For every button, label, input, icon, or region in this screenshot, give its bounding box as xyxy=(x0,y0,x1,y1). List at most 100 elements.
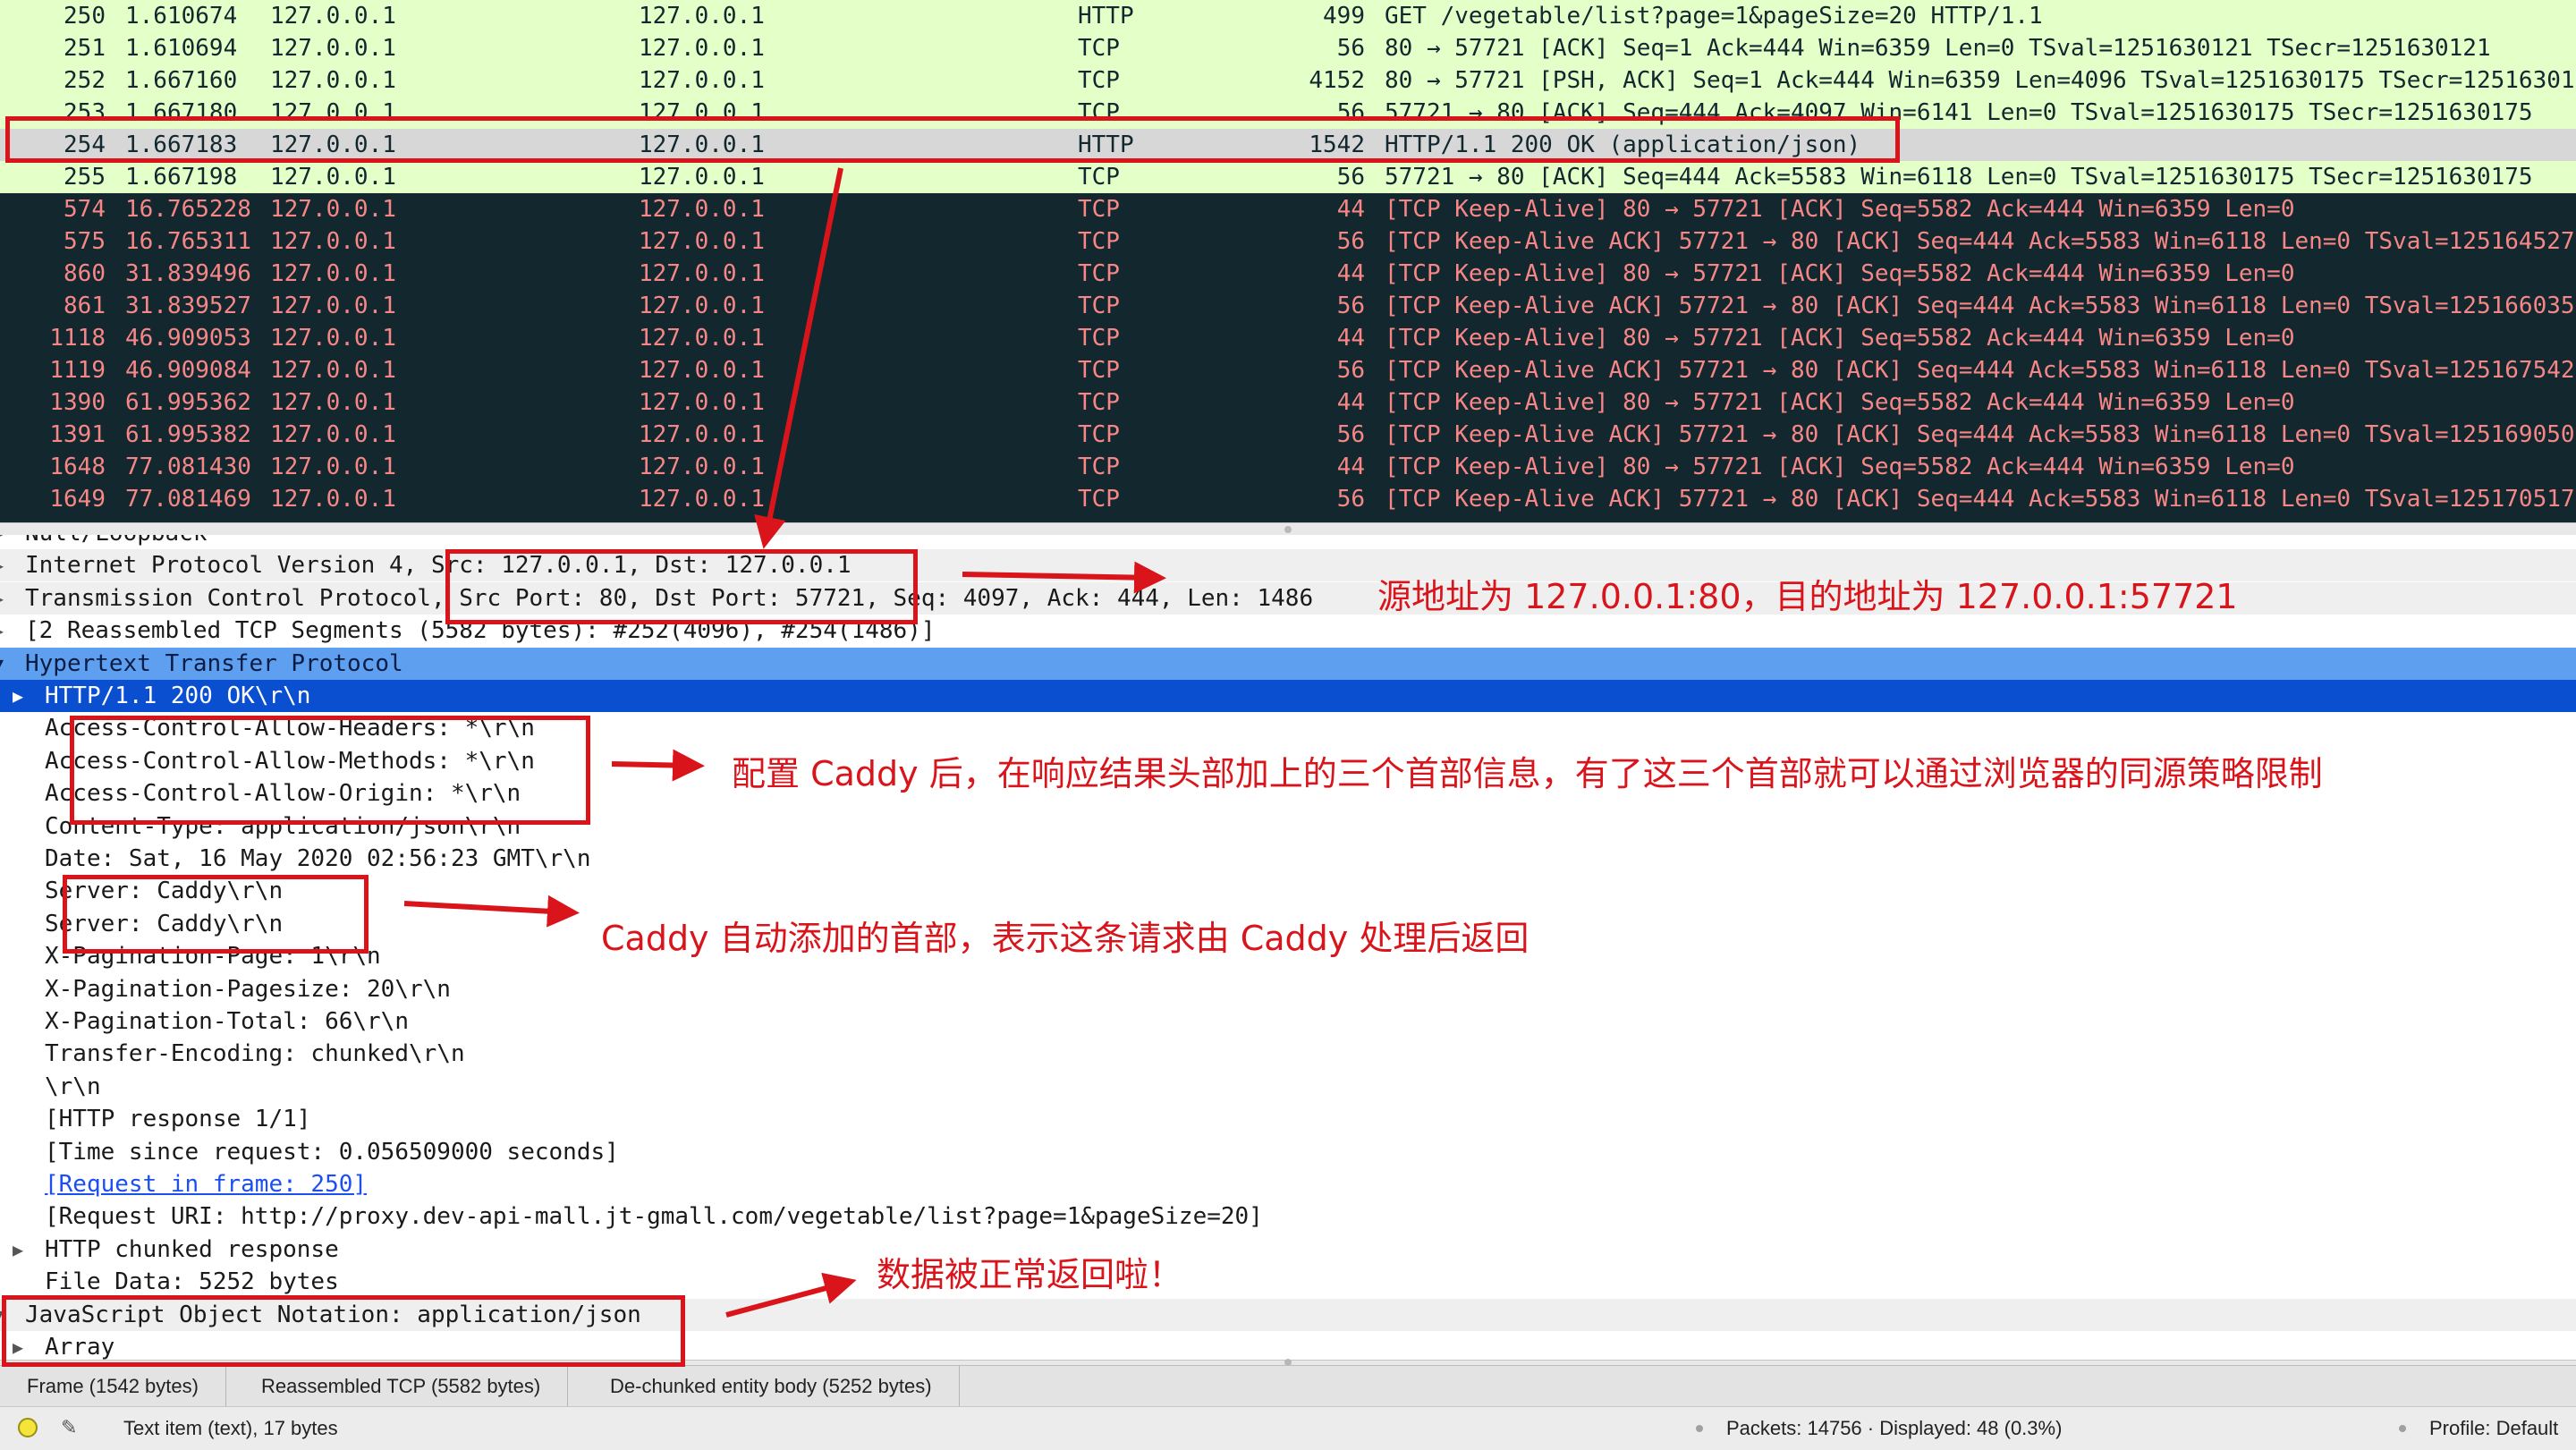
packet-row[interactable]: 251 1.610694 127.0.0.1 127.0.0.1 TCP 56 80 → 5… xyxy=(0,32,2576,64)
packet-no: 1649 xyxy=(49,486,106,513)
packet-no: 1119 xyxy=(49,357,106,384)
details-row[interactable]: [HTTP response 1/1] xyxy=(0,1103,2576,1135)
packet-dst: 127.0.0.1 xyxy=(639,293,765,319)
packet-src: 127.0.0.1 xyxy=(270,486,396,513)
packet-src: 127.0.0.1 xyxy=(270,67,396,94)
details-row-text: \r\n xyxy=(45,1073,101,1100)
details-row[interactable]: X-Pagination-Total: 66\r\n xyxy=(0,1005,2576,1038)
details-row[interactable]: ▶ Null/Loopback xyxy=(0,535,2576,549)
packet-row[interactable]: 1390 61.995362 127.0.0.1 127.0.0.1 TCP 44 [TCP… xyxy=(0,386,2576,419)
packet-no: 251 xyxy=(64,35,106,62)
packet-list[interactable]: 250 1.610674 127.0.0.1 127.0.0.1 HTTP 499 GET … xyxy=(0,0,2576,522)
packet-info: [TCP Keep-Alive] 80 → 57721 [ACK] Seq=55… xyxy=(1385,389,2295,416)
request-frame-link[interactable]: [Request in frame: 250] xyxy=(45,1168,367,1200)
packet-proto: TCP xyxy=(1078,260,1120,287)
packet-proto: TCP xyxy=(1078,325,1120,352)
packet-src: 127.0.0.1 xyxy=(270,260,396,287)
packet-no: 1391 xyxy=(49,421,106,448)
details-row[interactable]: ▶ HTTP chunked response xyxy=(0,1234,2576,1266)
tab-reassembled-tcp[interactable]: Reassembled TCP (5582 bytes) xyxy=(234,1366,569,1407)
packet-proto: HTTP xyxy=(1078,3,1134,30)
collapse-triangle-icon[interactable]: ▼ xyxy=(0,648,4,680)
packet-dst: 127.0.0.1 xyxy=(639,196,765,223)
details-row-text: Date: Sat, 16 May 2020 02:56:23 GMT\r\n xyxy=(45,845,591,872)
byte-pane-tabs: Frame (1542 bytes) Reassembled TCP (5582… xyxy=(0,1365,2576,1407)
expand-triangle-icon[interactable]: ▶ xyxy=(0,549,4,581)
details-row[interactable]: ▼ Hypertext Transfer Protocol xyxy=(0,648,2576,680)
packet-dst: 127.0.0.1 xyxy=(639,486,765,513)
details-row[interactable]: [Request in frame: 250] xyxy=(0,1168,2576,1200)
packet-row[interactable]: 574 16.765228 127.0.0.1 127.0.0.1 TCP 44 [TCP … xyxy=(0,193,2576,225)
details-row[interactable]: File Data: 5252 bytes xyxy=(0,1266,2576,1298)
tab-frame[interactable]: Frame (1542 bytes) xyxy=(0,1366,226,1407)
packet-time: 1.667160 xyxy=(125,67,238,94)
details-row[interactable]: [Request URI: http://proxy.dev-api-mall.… xyxy=(0,1200,2576,1233)
packet-proto: TCP xyxy=(1078,35,1120,62)
expand-triangle-icon[interactable]: ▶ xyxy=(0,535,4,549)
packet-dst: 127.0.0.1 xyxy=(639,389,765,416)
packet-time: 77.081469 xyxy=(125,486,251,513)
packet-no: 250 xyxy=(64,3,106,30)
expand-triangle-icon[interactable]: ▶ xyxy=(0,615,4,647)
details-row-text: [HTTP response 1/1] xyxy=(45,1106,311,1132)
expand-triangle-icon[interactable]: ▶ xyxy=(0,582,4,615)
packet-dst: 127.0.0.1 xyxy=(639,325,765,352)
expand-triangle-icon[interactable]: ▶ xyxy=(13,680,23,712)
packet-row[interactable]: 252 1.667160 127.0.0.1 127.0.0.1 TCP 4152 80 →… xyxy=(0,64,2576,97)
details-row[interactable]: Transfer-Encoding: chunked\r\n xyxy=(0,1038,2576,1070)
selected-item-info: Text item (text), 17 bytes xyxy=(123,1417,338,1439)
profile-label[interactable]: Profile: Default xyxy=(2429,1407,2558,1450)
packet-row[interactable]: 1391 61.995382 127.0.0.1 127.0.0.1 TCP 56 [TCP… xyxy=(0,419,2576,451)
packet-no: 860 xyxy=(64,260,106,287)
edit-comment-icon[interactable]: ✎ xyxy=(61,1418,80,1437)
packet-proto: TCP xyxy=(1078,67,1120,94)
annotation-box-server-headers xyxy=(63,875,369,954)
packet-len: 44 xyxy=(1336,454,1365,480)
packet-row-partial[interactable] xyxy=(0,515,2576,522)
packet-info: 57721 → 80 [ACK] Seq=444 Ack=5583 Win=61… xyxy=(1385,164,2533,191)
packet-len: 44 xyxy=(1336,325,1365,352)
packet-no: 252 xyxy=(64,67,106,94)
packet-row[interactable]: 1118 46.909053 127.0.0.1 127.0.0.1 TCP 44 [TCP… xyxy=(0,322,2576,354)
packet-no: 575 xyxy=(64,228,106,255)
details-row-text: File Data: 5252 bytes xyxy=(45,1268,339,1295)
packet-proto: TCP xyxy=(1078,196,1120,223)
packet-time: 1.667198 xyxy=(125,164,238,191)
splitter-grip[interactable] xyxy=(1284,526,1292,533)
expand-triangle-icon[interactable]: ▶ xyxy=(13,1234,23,1266)
packet-dst: 127.0.0.1 xyxy=(639,164,765,191)
packet-row[interactable]: 575 16.765311 127.0.0.1 127.0.0.1 TCP 56 [TCP … xyxy=(0,225,2576,258)
details-row[interactable]: Server: Caddy\r\n xyxy=(0,875,2576,907)
annotation-box-src-dst xyxy=(445,549,918,624)
packet-row[interactable]: 255 1.667198 127.0.0.1 127.0.0.1 TCP 56 57721 … xyxy=(0,161,2576,193)
expert-info-icon[interactable] xyxy=(18,1418,38,1437)
details-row[interactable]: [Time since request: 0.056509000 seconds… xyxy=(0,1136,2576,1168)
details-row[interactable]: ▶ HTTP/1.1 200 OK\r\n xyxy=(0,680,2576,712)
packet-src: 127.0.0.1 xyxy=(270,164,396,191)
tab-dechunked-body[interactable]: De-chunked entity body (5252 bytes) xyxy=(583,1366,960,1407)
packet-no: 1648 xyxy=(49,454,106,480)
packet-len: 4152 xyxy=(1309,67,1365,94)
details-row[interactable]: \r\n xyxy=(0,1071,2576,1103)
details-row-text: [Time since request: 0.056509000 seconds… xyxy=(45,1139,619,1166)
packet-row[interactable]: 250 1.610674 127.0.0.1 127.0.0.1 HTTP 499 GET … xyxy=(0,0,2576,32)
packet-time: 61.995382 xyxy=(125,421,251,448)
packet-len: 56 xyxy=(1336,293,1365,319)
packet-row[interactable]: 861 31.839527 127.0.0.1 127.0.0.1 TCP 56 [TCP … xyxy=(0,290,2576,322)
annotation-box-selected-packet xyxy=(5,116,1900,163)
packet-row[interactable]: 860 31.839496 127.0.0.1 127.0.0.1 TCP 44 [TCP … xyxy=(0,258,2576,290)
packet-time: 77.081430 xyxy=(125,454,251,480)
annotation-data: 数据被正常返回啦！ xyxy=(877,1255,1183,1294)
packet-row[interactable]: 1648 77.081430 127.0.0.1 127.0.0.1 TCP 44 [TCP… xyxy=(0,451,2576,483)
packet-len: 56 xyxy=(1336,35,1365,62)
packet-time: 16.765311 xyxy=(125,228,251,255)
packet-dst: 127.0.0.1 xyxy=(639,260,765,287)
details-row[interactable]: Date: Sat, 16 May 2020 02:56:23 GMT\r\n xyxy=(0,843,2576,875)
packet-row[interactable]: 1119 46.909084 127.0.0.1 127.0.0.1 TCP 56 [TCP… xyxy=(0,354,2576,386)
packet-no: 1390 xyxy=(49,389,106,416)
details-row[interactable]: ▶[2 Reassembled TCP Segments (5582 bytes… xyxy=(0,615,2576,647)
packet-info: [TCP Keep-Alive] 80 → 57721 [ACK] Seq=55… xyxy=(1385,325,2295,352)
packet-row[interactable]: 1649 77.081469 127.0.0.1 127.0.0.1 TCP 56 [TCP… xyxy=(0,483,2576,515)
packet-src: 127.0.0.1 xyxy=(270,357,396,384)
details-row[interactable]: X-Pagination-Pagesize: 20\r\n xyxy=(0,973,2576,1005)
